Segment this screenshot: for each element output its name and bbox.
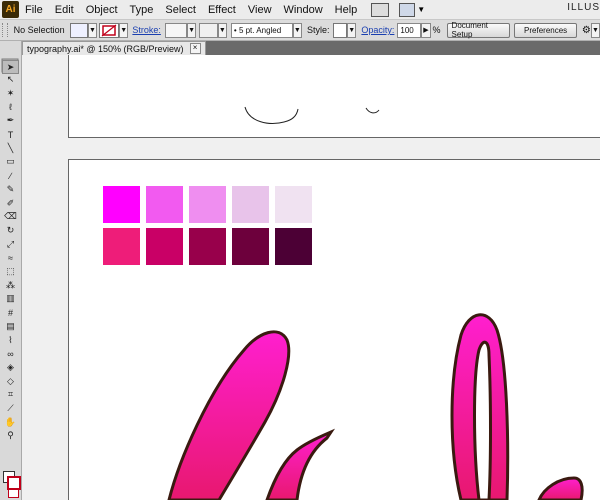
- brush-definition-value: 5 pt. Angled: [238, 25, 282, 35]
- document-setup-button[interactable]: Document Setup: [446, 21, 511, 39]
- workspace-label[interactable]: ILLUS: [567, 2, 600, 13]
- fill-dropdown[interactable]: ▼: [87, 22, 98, 38]
- pen-icon[interactable]: ✒: [3, 115, 18, 127]
- artboard-main[interactable]: [68, 159, 600, 500]
- menu-type[interactable]: Type: [124, 4, 160, 16]
- close-icon[interactable]: ×: [189, 43, 201, 54]
- variable-width-dropdown[interactable]: ▼: [217, 22, 227, 38]
- style-dropdown[interactable]: ▼: [347, 22, 357, 38]
- fill-swatch[interactable]: [69, 22, 88, 38]
- stroke-path-small: [365, 107, 380, 114]
- brush-definition-field[interactable]: • 5 pt. Angled: [230, 22, 293, 38]
- symbol-sprayer-icon[interactable]: ⁂: [3, 279, 18, 291]
- menu-edit[interactable]: Edit: [49, 4, 80, 16]
- none-swatch-icon[interactable]: [8, 489, 19, 498]
- stroke-path: [244, 106, 299, 124]
- app-logo: Ai: [2, 1, 19, 18]
- menu-select[interactable]: Select: [159, 4, 202, 16]
- stroke-weight-field[interactable]: [164, 22, 187, 38]
- rotate-icon[interactable]: ↻: [3, 224, 18, 236]
- menu-effect[interactable]: Effect: [202, 4, 242, 16]
- letter-k-arm[interactable]: [265, 428, 336, 500]
- fill-stroke-swatches[interactable]: [3, 471, 21, 498]
- preferences-button[interactable]: Preferences: [514, 22, 577, 38]
- menu-file[interactable]: File: [19, 4, 49, 16]
- stroke-label[interactable]: Stroke:: [132, 25, 161, 35]
- warp-icon[interactable]: ≈: [3, 252, 18, 264]
- lettering-art: [167, 313, 584, 500]
- selection-icon[interactable]: ➤: [2, 60, 19, 74]
- stroke-color-icon[interactable]: [7, 476, 21, 490]
- canvas[interactable]: [22, 55, 600, 500]
- control-bar: No Selection ▼ ▼ Stroke: ▼ ▼ • 5 pt. Ang…: [0, 20, 600, 41]
- blend-icon[interactable]: ∞: [3, 348, 18, 360]
- slice-icon[interactable]: ⟋: [3, 403, 18, 415]
- scale-icon[interactable]: ⤢: [3, 238, 18, 250]
- pencil-icon[interactable]: ✎: [3, 183, 18, 195]
- stroke-dropdown[interactable]: ▼: [119, 22, 129, 38]
- live-paint-icon[interactable]: ◈: [3, 361, 18, 373]
- crop-icon[interactable]: ⌗: [3, 389, 18, 401]
- arrange-icon[interactable]: ⚙: [582, 25, 591, 36]
- opacity-unit: %: [432, 25, 441, 35]
- type-icon[interactable]: T: [3, 129, 18, 141]
- opacity-label[interactable]: Opacity:: [361, 25, 394, 35]
- arrange-documents-icon[interactable]: [399, 2, 416, 17]
- mesh-icon[interactable]: #: [3, 307, 18, 319]
- chevron-down-icon[interactable]: ▼: [417, 5, 425, 14]
- live-paint-selection-icon[interactable]: ◇: [3, 375, 18, 387]
- zoom-icon[interactable]: ⚲: [3, 430, 18, 442]
- top-artwork: [244, 106, 380, 124]
- magic-wand-icon[interactable]: ✶: [3, 87, 18, 99]
- bridge-icon[interactable]: [371, 2, 390, 17]
- menu-view[interactable]: View: [242, 4, 278, 16]
- tools-panel: ➤ ↖ ✶ ℓ ✒ T ╲ ▭ ∕ ✎ ✐ ⌫ ↻ ⤢ ≈ ⬚ ⁂ ▥ # ▤ ⌇ ∞ ◈ ◇ ⌗ ⟋ ✋ ⚲: [0, 41, 22, 500]
- opacity-dropdown[interactable]: ▶: [421, 22, 431, 38]
- stroke-swatch[interactable]: [99, 22, 120, 38]
- selection-status: No Selection: [13, 25, 65, 35]
- line-icon[interactable]: ╲: [3, 142, 18, 154]
- stroke-weight-dropdown[interactable]: ▼: [186, 22, 197, 38]
- menu-object[interactable]: Object: [80, 4, 124, 16]
- rectangle-icon[interactable]: ▭: [3, 156, 18, 168]
- letter-l-counter: [473, 340, 492, 500]
- hand-icon[interactable]: ✋: [3, 416, 18, 428]
- document-title: typography.ai* @ 150% (RGB/Preview): [27, 43, 184, 54]
- free-transform-icon[interactable]: ⬚: [3, 266, 18, 278]
- panel-menu-dropdown[interactable]: ▼: [590, 22, 600, 38]
- grip-handle[interactable]: [2, 23, 8, 37]
- letter-next-stroke[interactable]: [537, 476, 584, 500]
- document-tab[interactable]: typography.ai* @ 150% (RGB/Preview) ×: [22, 41, 206, 55]
- style-swatch[interactable]: [332, 22, 348, 38]
- blob-brush-icon[interactable]: ✐: [3, 197, 18, 209]
- paintbrush-icon[interactable]: ∕: [3, 170, 18, 182]
- artboard-top[interactable]: [68, 55, 600, 138]
- style-label: Style:: [306, 25, 330, 35]
- menu-window[interactable]: Window: [278, 4, 329, 16]
- eyedropper-icon[interactable]: ⌇: [3, 334, 18, 346]
- menu-bar: Ai File Edit Object Type Select Effect V…: [0, 0, 600, 20]
- menu-help[interactable]: Help: [329, 4, 364, 16]
- variable-width-field[interactable]: [199, 22, 218, 38]
- brush-dropdown[interactable]: ▼: [292, 22, 302, 38]
- eraser-icon[interactable]: ⌫: [3, 211, 18, 223]
- lasso-icon[interactable]: ℓ: [3, 101, 18, 113]
- column-graph-icon[interactable]: ▥: [3, 293, 18, 305]
- direct-selection-icon[interactable]: ↖: [3, 74, 18, 86]
- no-stroke-icon: [101, 24, 117, 36]
- letter-k-loop[interactable]: [167, 330, 291, 500]
- gradient-icon[interactable]: ▤: [3, 320, 18, 332]
- opacity-field[interactable]: 100: [397, 22, 422, 38]
